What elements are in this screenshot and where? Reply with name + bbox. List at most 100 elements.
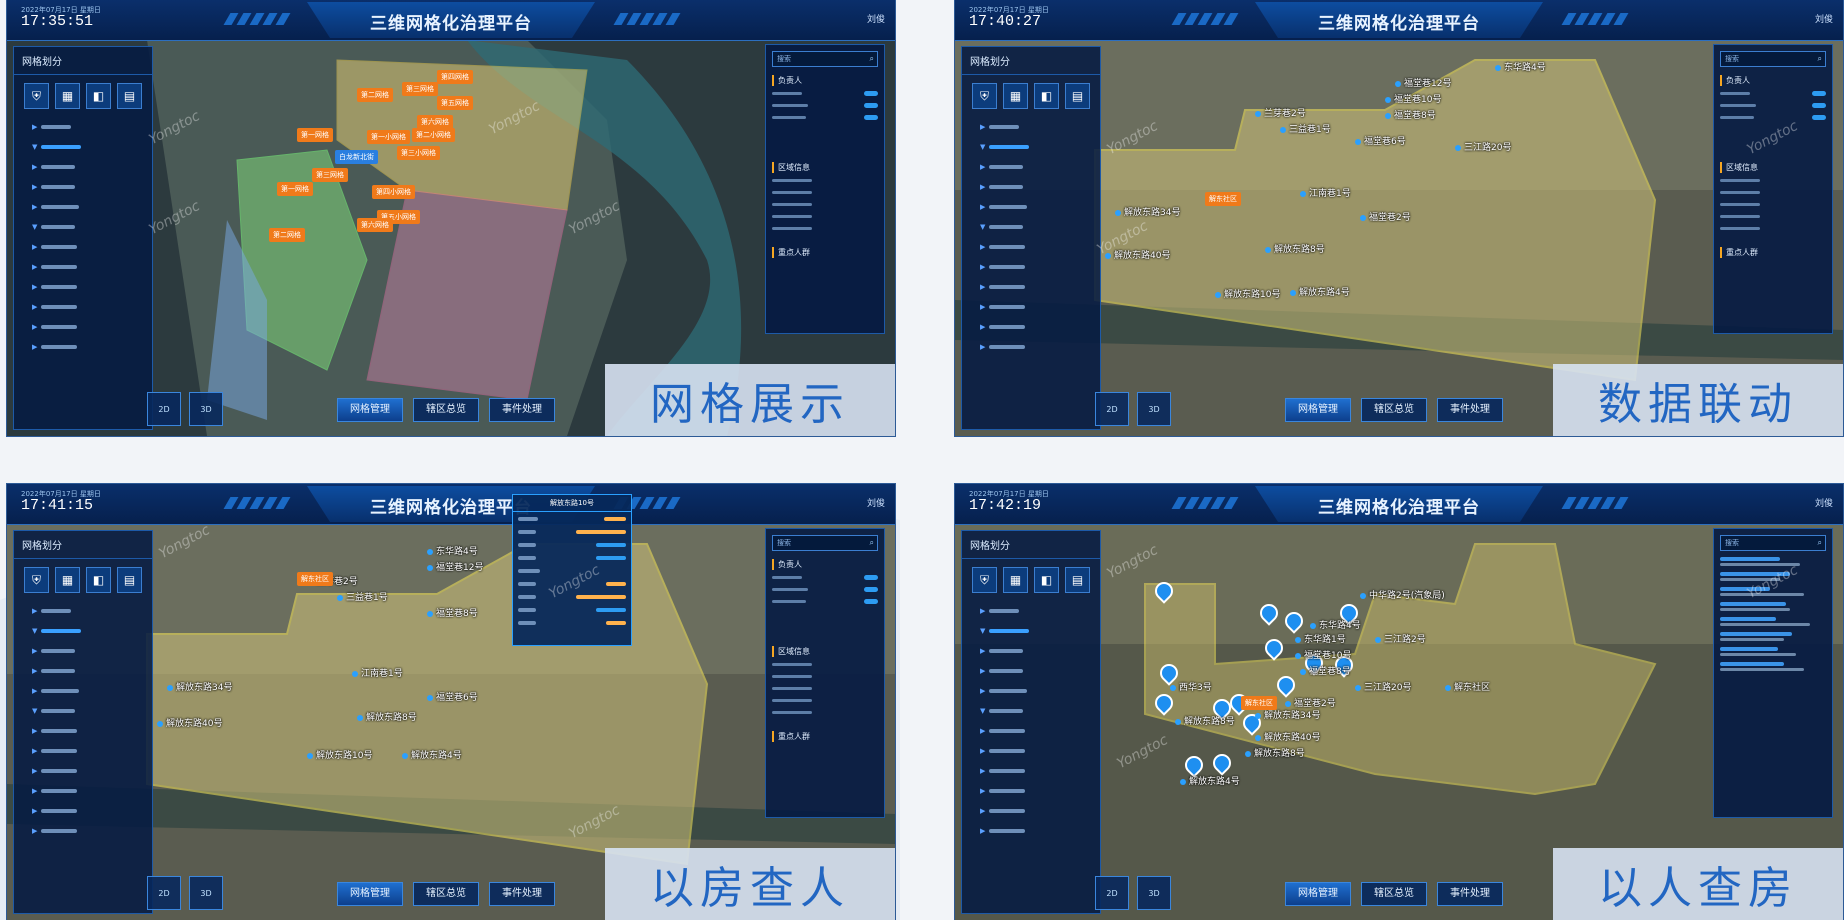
tree-item[interactable]: ▶ — [32, 237, 152, 257]
address-label[interactable]: 东华路4号 — [1495, 60, 1546, 73]
address-label[interactable]: 解东社区 — [1445, 680, 1490, 693]
address-label[interactable]: 东华路4号 — [1310, 618, 1361, 631]
address-label[interactable]: 东华路1号 — [1295, 632, 1346, 645]
grid-tag[interactable]: 第六网格 — [417, 115, 453, 129]
user-menu[interactable]: 刘俊 — [1815, 496, 1833, 509]
address-label[interactable]: 三益巷1号 — [337, 590, 388, 603]
address-label[interactable]: 解放东路10号 — [307, 748, 372, 761]
address-label[interactable]: 福堂巷8号 — [427, 606, 478, 619]
tree-item[interactable]: ▶ — [32, 297, 152, 317]
tree-item[interactable]: ▶ — [32, 197, 152, 217]
view-2d-button[interactable]: 2D — [1095, 392, 1129, 426]
address-label[interactable]: 解放东路8号 — [1175, 714, 1235, 727]
table-grid-icon[interactable]: ▤ — [1065, 567, 1090, 593]
tree-item[interactable]: ▶ — [980, 297, 1100, 317]
table-grid-icon[interactable]: ▤ — [117, 83, 142, 109]
address-label[interactable]: 江南巷1号 — [1300, 186, 1351, 199]
address-label[interactable]: 解放东路34号 — [167, 680, 232, 693]
event-handling-button[interactable]: 事件处理 — [1437, 398, 1503, 422]
shield-icon[interactable]: ⛨ — [972, 567, 997, 593]
tree-item[interactable]: ▶ — [32, 641, 152, 661]
address-label[interactable]: 福堂巷12号 — [1395, 76, 1451, 89]
tree-item[interactable]: ▶ — [32, 317, 152, 337]
list-item[interactable] — [1720, 662, 1826, 671]
address-label[interactable]: 福堂巷12号 — [427, 560, 483, 573]
grid-icon[interactable]: ◧ — [86, 567, 111, 593]
view-3d-button[interactable]: 3D — [1137, 392, 1171, 426]
search-icon[interactable]: ⌕ — [1818, 52, 1822, 66]
tree-item[interactable]: ▶ — [980, 781, 1100, 801]
address-label[interactable]: 西华3号 — [1170, 680, 1212, 693]
grid-tag[interactable]: 第三小网格 — [397, 146, 440, 160]
address-label[interactable]: 解放东路4号 — [402, 748, 462, 761]
address-label[interactable]: 兰芽巷2号 — [1255, 106, 1306, 119]
tree-item[interactable]: ▶ — [32, 177, 152, 197]
building-icon[interactable]: ▦ — [55, 567, 80, 593]
tree-item[interactable]: ▶ — [980, 661, 1100, 681]
tree-item[interactable]: ▼ — [32, 621, 152, 641]
shield-icon[interactable]: ⛨ — [24, 567, 49, 593]
tree-item[interactable]: ▶ — [980, 821, 1100, 841]
search-icon[interactable]: ⌕ — [870, 52, 874, 66]
tree-item[interactable]: ▶ — [32, 257, 152, 277]
search-icon[interactable]: ⌕ — [1818, 536, 1822, 550]
tree-item[interactable]: ▶ — [32, 781, 152, 801]
list-item[interactable] — [1720, 617, 1826, 626]
address-label[interactable]: 福堂巷6号 — [1355, 134, 1406, 147]
address-label[interactable]: 江南巷1号 — [352, 666, 403, 679]
tree-item[interactable]: ▼ — [980, 217, 1100, 237]
tree-item[interactable]: ▶ — [980, 157, 1100, 177]
address-label[interactable]: 福堂巷2号 — [1360, 210, 1411, 223]
view-2d-button[interactable]: 2D — [147, 876, 181, 910]
grid-tag[interactable]: 第一网格 — [277, 182, 313, 196]
search-input[interactable]: 搜索 ⌕ — [772, 51, 878, 67]
address-label[interactable]: 福堂巷10号 — [1385, 92, 1441, 105]
address-label[interactable]: 三益巷1号 — [1280, 122, 1331, 135]
grid-tag[interactable]: 第二小网格 — [412, 128, 455, 142]
tree-item[interactable]: ▶ — [980, 601, 1100, 621]
community-tag[interactable]: 解东社区 — [1241, 696, 1277, 710]
tree-item[interactable]: ▼ — [980, 137, 1100, 157]
tree-item[interactable]: ▶ — [980, 197, 1100, 217]
address-label[interactable]: 解放东路40号 — [1255, 730, 1320, 743]
district-overview-button[interactable]: 辖区总览 — [1361, 398, 1427, 422]
tree-item[interactable]: ▶ — [980, 277, 1100, 297]
tree-item[interactable]: ▶ — [32, 337, 152, 357]
tree-item[interactable]: ▼ — [32, 137, 152, 157]
building-icon[interactable]: ▦ — [1003, 83, 1028, 109]
user-menu[interactable]: 刘俊 — [1815, 12, 1833, 25]
search-icon[interactable]: ⌕ — [870, 536, 874, 550]
shield-icon[interactable]: ⛨ — [24, 83, 49, 109]
list-item[interactable] — [1720, 602, 1826, 611]
grid-tag[interactable]: 第六网格 — [357, 218, 393, 232]
table-grid-icon[interactable]: ▤ — [117, 567, 142, 593]
grid-management-button[interactable]: 网格管理 — [1285, 882, 1351, 906]
address-label[interactable]: 解放东路4号 — [1290, 285, 1350, 298]
tree-item[interactable]: ▶ — [32, 661, 152, 681]
tree-item[interactable]: ▶ — [980, 801, 1100, 821]
grid-icon[interactable]: ◧ — [1034, 567, 1059, 593]
event-handling-button[interactable]: 事件处理 — [489, 882, 555, 906]
list-item[interactable] — [1720, 557, 1826, 566]
tree-item[interactable]: ▼ — [980, 701, 1100, 721]
event-handling-button[interactable]: 事件处理 — [489, 398, 555, 422]
address-label[interactable]: 解放东路4号 — [1180, 774, 1240, 787]
view-3d-button[interactable]: 3D — [1137, 876, 1171, 910]
address-label[interactable]: 三江路2号 — [1375, 632, 1426, 645]
grid-tag[interactable]: 第四小网格 — [372, 185, 415, 199]
address-label[interactable]: 三江路20号 — [1455, 140, 1511, 153]
grid-management-button[interactable]: 网格管理 — [337, 882, 403, 906]
address-label[interactable]: 解放东路40号 — [157, 716, 222, 729]
tree-item[interactable]: ▶ — [32, 821, 152, 841]
tree-item[interactable]: ▶ — [980, 257, 1100, 277]
view-3d-button[interactable]: 3D — [189, 876, 223, 910]
tree-item[interactable]: ▶ — [32, 761, 152, 781]
grid-tag[interactable]: 第二网格 — [269, 228, 305, 242]
event-handling-button[interactable]: 事件处理 — [1437, 882, 1503, 906]
view-2d-button[interactable]: 2D — [147, 392, 181, 426]
address-label[interactable]: 东华路4号 — [427, 544, 478, 557]
grid-tag[interactable]: 第五网格 — [437, 96, 473, 110]
grid-tag[interactable]: 第四网格 — [437, 70, 473, 84]
tree-item[interactable]: ▶ — [980, 337, 1100, 357]
list-item[interactable] — [1720, 647, 1826, 656]
